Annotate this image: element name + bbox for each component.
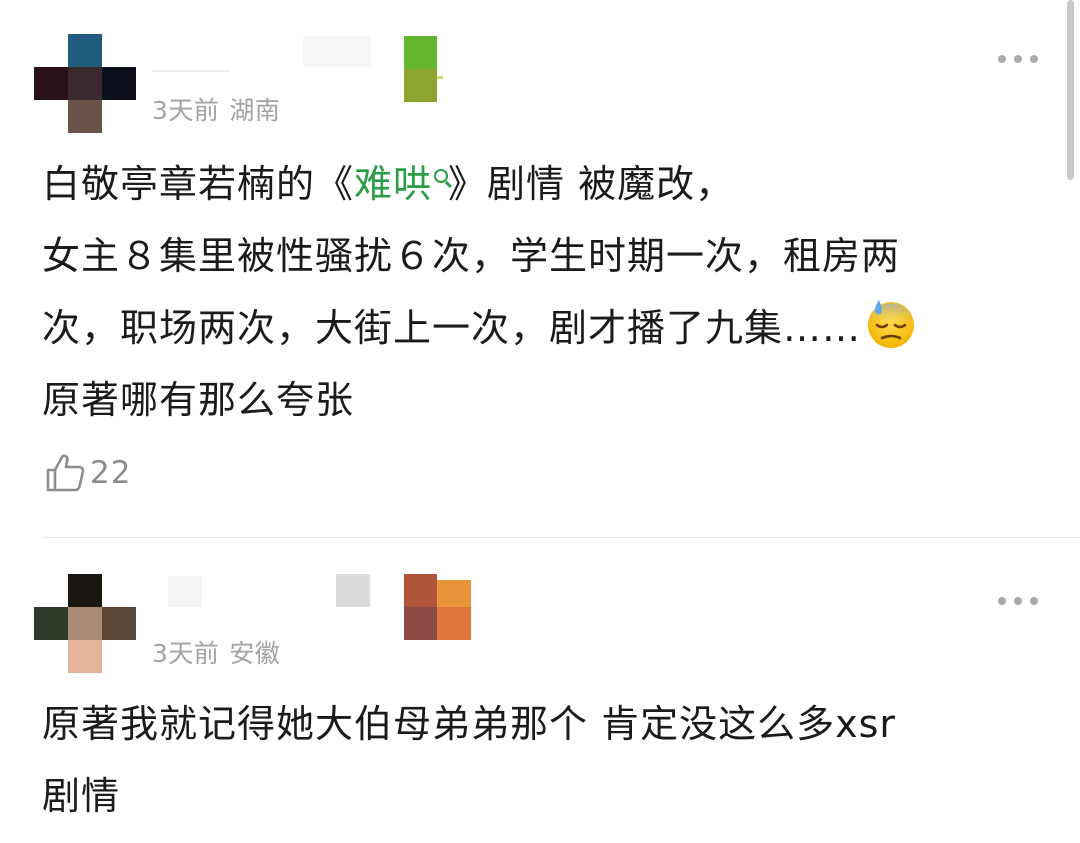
comment-line: 次，职场两次，大街上一次，剧才播了九集……: [42, 292, 1002, 364]
avatar-pixel: [68, 640, 102, 673]
username-pixel: [303, 36, 371, 67]
avatar-pixel: [102, 607, 136, 640]
more-dot: [1014, 597, 1022, 605]
username-pixel: [168, 576, 202, 607]
text-segment: 》剧情 被魔改，: [448, 162, 735, 206]
comment-time: 3天前: [152, 96, 220, 125]
like-count: 22: [90, 455, 132, 491]
comment-line: 白敬亭章若楠的《难哄 》剧情 被魔改，: [42, 148, 1002, 220]
more-options-icon[interactable]: [998, 594, 1038, 608]
comment-item: 3天前 湖南 白敬亭章若楠的《难哄 》剧情 被魔改， 女主８集里被性骚扰６次，学生时…: [0, 0, 1080, 538]
comment-location: 安徽: [229, 639, 281, 668]
downcast-sweat-face-icon: [868, 300, 915, 348]
comment-text: 原著我就记得她大伯母弟弟那个 肯定没这么多xsr 剧情: [42, 688, 1002, 832]
like-button[interactable]: 22: [44, 452, 131, 494]
username-pixel: [437, 76, 443, 79]
avatar[interactable]: [34, 34, 136, 134]
thumbs-up-icon: [46, 454, 85, 492]
more-options-icon[interactable]: [998, 52, 1038, 66]
username-pixel: [404, 607, 437, 640]
comment-meta: 3天前 安徽: [152, 634, 280, 670]
username-pixel: [437, 607, 471, 640]
comment-text: 白敬亭章若楠的《难哄 》剧情 被魔改， 女主８集里被性骚扰６次，学生时期一次，租房…: [42, 148, 1002, 436]
comment-time: 3天前: [152, 639, 220, 668]
comment-item: 3天前 安徽 原著我就记得她大伯母弟弟那个 肯定没这么多xsr 剧情: [0, 538, 1080, 843]
topic-link[interactable]: 难哄: [354, 162, 449, 206]
comment-line: 女主８集里被性骚扰６次，学生时期一次，租房两: [42, 234, 901, 278]
username-pixel: [404, 36, 437, 69]
username-pixel: [437, 580, 471, 607]
avatar[interactable]: [34, 574, 136, 674]
more-dot: [998, 55, 1006, 63]
text-segment: 次，职场两次，大街上一次，剧才播了九集……: [42, 306, 862, 350]
username-pixel: [404, 69, 437, 102]
avatar-pixel: [34, 67, 68, 100]
search-icon: [434, 169, 449, 183]
more-dot: [1014, 55, 1022, 63]
comment-location: 湖南: [229, 96, 281, 125]
avatar-pixel: [68, 607, 102, 640]
username-pixel: [336, 574, 370, 607]
comment-meta: 3天前 湖南: [152, 91, 280, 127]
comment-line: 原著我就记得她大伯母弟弟那个 肯定没这么多xsr: [42, 702, 896, 746]
avatar-pixel: [34, 607, 68, 640]
avatar-pixel: [68, 34, 102, 67]
username-pixel: [404, 574, 437, 607]
avatar-pixel: [68, 67, 102, 100]
avatar-pixel: [102, 67, 136, 100]
comment-line: 剧情: [42, 774, 121, 818]
avatar-pixel: [68, 100, 102, 133]
username-pixel: [152, 70, 230, 72]
more-dot: [1030, 597, 1038, 605]
more-dot: [1030, 55, 1038, 63]
text-segment: 白敬亭章若楠的《: [42, 162, 355, 206]
more-dot: [998, 597, 1006, 605]
comment-line: 原著哪有那么夸张: [42, 378, 355, 422]
topic-link-label: 难哄: [354, 162, 433, 206]
scrollbar[interactable]: [1067, 0, 1074, 180]
avatar-pixel: [68, 574, 102, 607]
